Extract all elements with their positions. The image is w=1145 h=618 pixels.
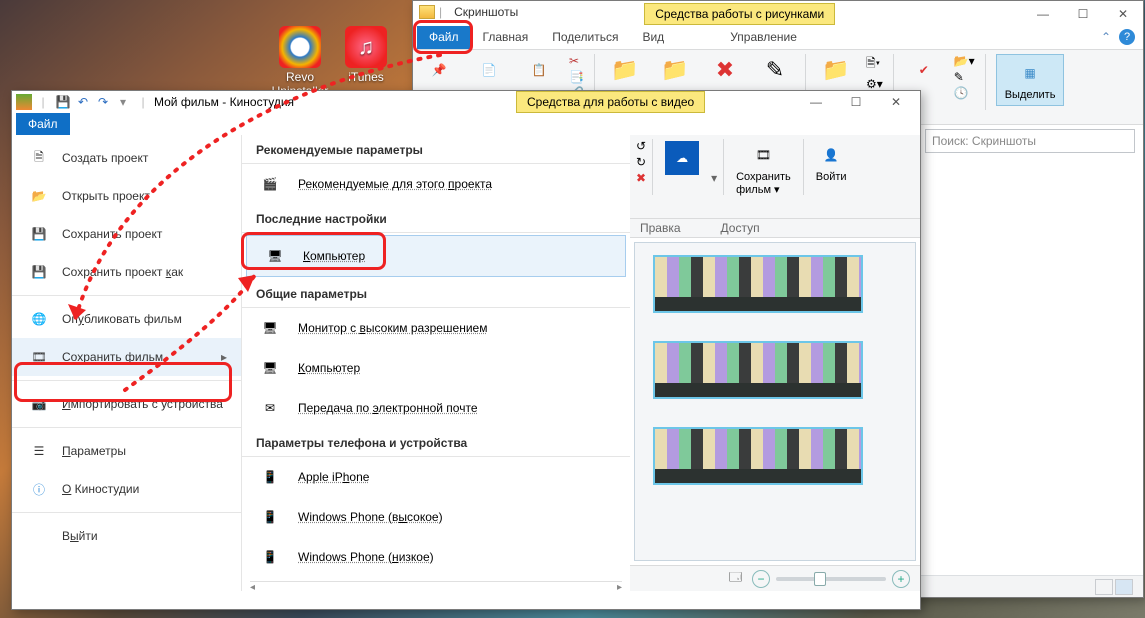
ribbon-delete-button[interactable]: ✖ <box>705 54 745 86</box>
scroll-left-icon[interactable]: ◂ <box>250 582 255 591</box>
tab-file[interactable]: Файл <box>16 113 70 136</box>
thumbnails-size-icon[interactable]: 🗔 <box>729 568 742 589</box>
ribbon-new-folder-button[interactable]: 📁 <box>816 54 856 86</box>
save-movie-submenu: Рекомендуемые параметры 🎬Рекомендуемые д… <box>242 135 630 591</box>
view-details-button[interactable] <box>1095 579 1113 595</box>
ribbon-login-button[interactable]: 👤Войти <box>810 139 853 185</box>
ribbon-pin-button[interactable]: 📌 <box>419 54 459 86</box>
minimize-button[interactable]: — <box>796 91 836 113</box>
delete-icon[interactable]: ✖ <box>636 171 646 185</box>
edit-icon[interactable]: ✎ <box>954 70 975 84</box>
submenu-recommended-header: Рекомендуемые параметры <box>242 135 630 164</box>
window-title: Скриншоты <box>454 5 518 19</box>
timeline-clip[interactable] <box>653 427 863 485</box>
menu-save-movie[interactable]: 🎞Сохранить фильм▸ <box>12 338 241 376</box>
ribbon-select-button[interactable]: ▦ Выделить <box>996 54 1065 106</box>
zoom-out-button[interactable]: − <box>752 570 770 588</box>
desktop-icon-revo[interactable]: Revo Uninstaller <box>270 26 330 98</box>
gallery-more-icon[interactable]: ▾ <box>711 171 717 185</box>
opt-apple-iphone[interactable]: 📱Apple iPhone <box>242 457 630 497</box>
close-button[interactable]: ✕ <box>876 91 916 113</box>
qat-sep: | <box>34 93 52 111</box>
view-icons-button[interactable] <box>1115 579 1133 595</box>
copypath-icon[interactable]: 📑 <box>569 70 584 84</box>
menu-import[interactable]: 📷Импортировать с устройства <box>12 380 241 423</box>
minimize-button[interactable]: — <box>1023 3 1063 25</box>
cut-icon[interactable]: ✂ <box>569 54 584 68</box>
ribbon-copy-to-button[interactable]: 📁 <box>655 54 695 86</box>
app-icon <box>16 94 32 110</box>
zoom-slider[interactable] <box>776 577 886 581</box>
ribbon-group-edit-label: Правка <box>640 221 681 235</box>
submenu-arrow-icon: ▸ <box>221 350 227 364</box>
qat-sep: | <box>134 93 152 111</box>
history-icon[interactable]: 🕓 <box>954 86 975 100</box>
ribbon-group-access-label: Доступ <box>721 221 760 235</box>
submenu-common-header: Общие параметры <box>242 279 630 308</box>
rotate-left-icon[interactable]: ↺ <box>636 139 646 153</box>
desktop-icon-label: iTunes <box>348 70 384 84</box>
menu-open-project[interactable]: 📂Открыть проект <box>12 177 241 215</box>
open-icon[interactable]: 📂▾ <box>954 54 975 68</box>
timeline-clip[interactable] <box>653 341 863 399</box>
timeline-clip[interactable] <box>653 255 863 313</box>
file-menu-left: 🗎Создать проект 📂Открыть проект 💾Сохрани… <box>12 135 242 591</box>
maximize-button[interactable]: ☐ <box>836 91 876 113</box>
tab-share[interactable]: Поделиться <box>540 26 630 49</box>
qat-customize-icon[interactable]: ▾ <box>114 93 132 111</box>
menu-exit[interactable]: Выйти <box>12 512 241 555</box>
ribbon-properties-button[interactable]: ✔ <box>904 54 944 86</box>
menu-save-project-as[interactable]: 💾Сохранить проект как <box>12 253 241 291</box>
search-input[interactable]: Поиск: Скриншоты <box>925 129 1135 153</box>
submenu-recent-header: Последние настройки <box>242 204 630 233</box>
contextual-tab-label: Средства работы с рисунками <box>644 3 835 25</box>
qat-sep: | <box>439 5 442 19</box>
menu-publish-movie[interactable]: 🌐Опубликовать фильм <box>12 295 241 338</box>
tab-home[interactable]: Главная <box>471 26 541 49</box>
ribbon-collapse-icon[interactable]: ⌃ <box>1101 30 1111 44</box>
zoom-in-button[interactable]: + <box>892 570 910 588</box>
undo-icon[interactable]: ↶ <box>74 93 92 111</box>
ribbon-save-movie-button[interactable]: 🎞Сохранить фильм ▾ <box>730 139 797 198</box>
tab-manage[interactable]: Управление <box>718 26 809 49</box>
menu-save-project[interactable]: 💾Сохранить проект <box>12 215 241 253</box>
opt-windows-phone-low[interactable]: 📱Windows Phone (низкое) <box>242 537 630 577</box>
menu-settings[interactable]: ☰Параметры <box>12 427 241 470</box>
search-placeholder: Поиск: Скриншоты <box>932 134 1036 148</box>
select-label: Выделить <box>1005 89 1056 101</box>
opt-recommended-project[interactable]: 🎬Рекомендуемые для этого проекта <box>242 164 630 204</box>
scroll-right-icon[interactable]: ▸ <box>617 582 622 591</box>
moviemaker-window: | 💾 ↶ ↷ ▾ | Мой фильм - Киностудия Средс… <box>11 90 921 610</box>
ribbon-rename-button[interactable]: ✎ <box>755 54 795 86</box>
ribbon-onedrive-button[interactable]: ☁ <box>659 139 705 177</box>
save-icon[interactable]: 💾 <box>54 93 72 111</box>
desktop-icon-itunes[interactable]: ♫ iTunes <box>336 26 396 84</box>
tab-view[interactable]: Вид <box>630 26 676 49</box>
redo-icon[interactable]: ↷ <box>94 93 112 111</box>
opt-hd-monitor[interactable]: 🖥Монитор с высоким разрешением <box>242 308 630 348</box>
menu-create-project[interactable]: 🗎Создать проект <box>12 139 241 177</box>
opt-windows-phone-high[interactable]: 📱Windows Phone (высокое) <box>242 497 630 537</box>
new-item-icon[interactable]: 🗎▾ <box>866 54 883 75</box>
opt-recent-computer[interactable]: 🖥Компьютер <box>246 235 626 277</box>
ribbon-copy-button[interactable]: 📄 <box>469 54 509 86</box>
tab-file[interactable]: Файл <box>417 26 471 49</box>
submenu-phone-header: Параметры телефона и устройства <box>242 428 630 457</box>
maximize-button[interactable]: ☐ <box>1063 3 1103 25</box>
contextual-tab-label: Средства для работы с видео <box>516 91 705 113</box>
close-button[interactable]: ✕ <box>1103 3 1143 25</box>
easy-access-icon[interactable]: ⚙▾ <box>866 77 883 91</box>
opt-computer[interactable]: 🖥Компьютер <box>242 348 630 388</box>
opt-email[interactable]: ✉Передача по электронной почте <box>242 388 630 428</box>
help-icon[interactable]: ? <box>1119 29 1135 45</box>
ribbon-paste-button[interactable]: 📋 <box>519 54 559 86</box>
window-title: Мой фильм - Киностудия <box>154 95 294 109</box>
rotate-right-icon[interactable]: ↻ <box>636 155 646 169</box>
ribbon-move-button[interactable]: 📁 <box>605 54 645 86</box>
menu-about[interactable]: ⓘО Киностудии <box>12 470 241 508</box>
folder-icon <box>419 5 435 19</box>
